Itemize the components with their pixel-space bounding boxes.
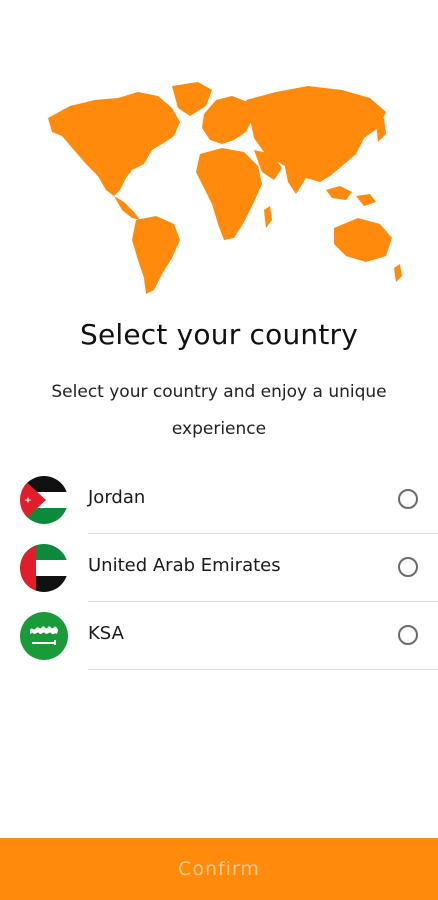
page-title: Select your country [79, 318, 359, 351]
country-list: Jordan United Arab Emirates KSA [0, 466, 438, 670]
uae-flag-icon [20, 544, 68, 592]
divider [88, 669, 438, 670]
country-option-uae[interactable]: United Arab Emirates [0, 534, 438, 602]
radio-button-jordan[interactable] [398, 489, 418, 509]
page-subtitle: Select your country and enjoy a unique e… [51, 382, 387, 439]
jordan-flag-icon [20, 476, 68, 524]
confirm-button[interactable]: Confirm [0, 838, 438, 900]
country-name: KSA [88, 623, 124, 644]
confirm-button-label: Confirm [178, 858, 260, 880]
radio-button-uae[interactable] [398, 557, 418, 577]
world-map-illustration [40, 78, 405, 296]
radio-button-ksa[interactable] [398, 625, 418, 645]
country-option-jordan[interactable]: Jordan [0, 466, 438, 534]
country-name: United Arab Emirates [88, 555, 281, 576]
country-option-ksa[interactable]: KSA [0, 602, 438, 670]
country-name: Jordan [88, 487, 146, 508]
ksa-flag-icon [20, 612, 68, 660]
